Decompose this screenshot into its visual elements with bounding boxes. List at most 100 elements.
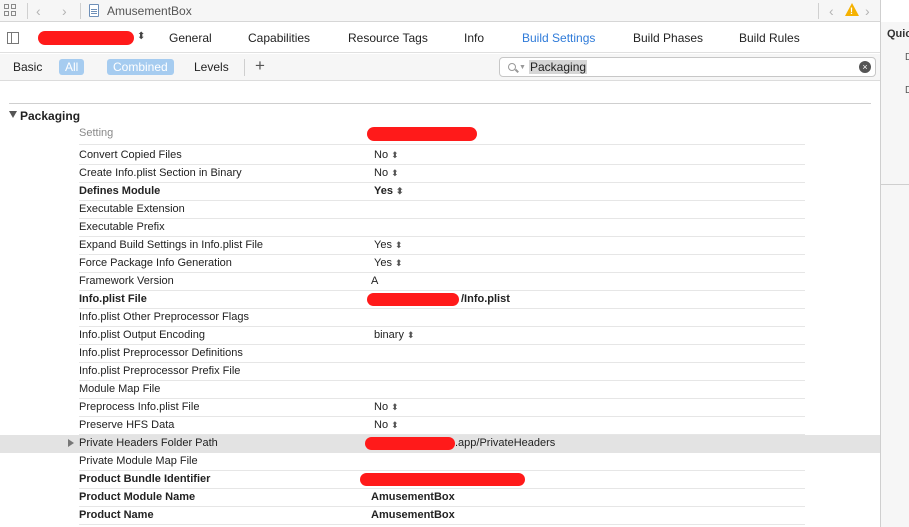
setting-value-text: .app/PrivateHeaders	[455, 437, 556, 449]
forward-icon[interactable]: ›	[62, 3, 67, 19]
setting-row[interactable]: Info.plist Output Encoding binary ⬍	[0, 327, 880, 345]
redaction-mark	[365, 437, 455, 450]
setting-value[interactable]: AmusementBox	[371, 509, 455, 521]
add-setting-button[interactable]: +	[255, 56, 265, 76]
divider	[80, 3, 81, 19]
search-icon	[508, 63, 516, 71]
chevron-updown-icon[interactable]: ⬍	[137, 31, 145, 42]
previous-issue-icon[interactable]: ‹	[829, 3, 834, 19]
tab-general[interactable]: General	[169, 31, 212, 45]
inspector-label: D	[905, 85, 909, 96]
chevron-updown-icon[interactable]: ⬍	[391, 150, 399, 160]
setting-value[interactable]: Yes ⬍	[374, 257, 403, 269]
setting-value[interactable]: No ⬍	[374, 149, 399, 161]
setting-name: Force Package Info Generation	[79, 257, 232, 269]
setting-value-text: No	[374, 401, 389, 413]
setting-value-text: binary	[374, 329, 404, 341]
setting-row[interactable]: Product Bundle Identifier	[0, 471, 880, 489]
setting-row[interactable]: Info.plist Other Preprocessor Flags	[0, 309, 880, 327]
setting-value[interactable]: No ⬍	[374, 167, 399, 179]
setting-row[interactable]: Info.plist File/Info.plist	[0, 291, 880, 309]
setting-name: Preserve HFS Data	[79, 419, 175, 431]
divider	[79, 144, 805, 145]
tab-build-rules[interactable]: Build Rules	[739, 31, 800, 45]
project-file-icon	[89, 4, 99, 17]
tab-capabilities[interactable]: Capabilities	[248, 31, 310, 45]
setting-value[interactable]: A	[371, 275, 378, 287]
setting-name: Expand Build Settings in Info.plist File	[79, 239, 264, 251]
setting-row[interactable]: Framework Version A	[0, 273, 880, 291]
setting-name: Framework Version	[79, 275, 174, 287]
chevron-updown-icon[interactable]: ⬍	[396, 186, 404, 196]
setting-row[interactable]: Product Module Name AmusementBox	[0, 489, 880, 507]
setting-value-text: No	[374, 149, 389, 161]
setting-name: Preprocess Info.plist File	[79, 401, 200, 413]
sidebar-toggle-icon[interactable]	[7, 32, 19, 44]
filter-bar: Basic All Combined Levels + ▼ Packaging …	[0, 54, 880, 81]
tab-info[interactable]: Info	[464, 31, 484, 45]
setting-column-header: Setting	[79, 127, 114, 139]
setting-value[interactable]: AmusementBox	[371, 491, 455, 503]
setting-row[interactable]: Module Map File	[0, 381, 880, 399]
setting-row[interactable]: Info.plist Preprocessor Prefix File	[0, 363, 880, 381]
back-icon[interactable]: ‹	[36, 3, 41, 19]
chevron-updown-icon[interactable]: ⬍	[395, 240, 403, 250]
setting-value[interactable]: binary ⬍	[374, 329, 415, 341]
levels-view-button[interactable]: Levels	[194, 60, 229, 74]
tab-build-settings[interactable]: Build Settings	[522, 31, 595, 45]
next-issue-icon[interactable]: ›	[865, 3, 870, 19]
setting-value-text: Yes	[374, 185, 393, 197]
setting-row[interactable]: Preserve HFS Data No ⬍	[0, 417, 880, 435]
setting-row[interactable]: Executable Prefix	[0, 219, 880, 237]
chevron-updown-icon[interactable]: ⬍	[395, 258, 403, 268]
setting-value[interactable]: Yes ⬍	[374, 239, 403, 251]
setting-name: Module Map File	[79, 383, 161, 395]
chevron-updown-icon[interactable]: ⬍	[391, 402, 399, 412]
disclosure-triangle-icon[interactable]	[9, 111, 17, 118]
setting-value[interactable]: No ⬍	[374, 419, 399, 431]
related-items-icon[interactable]	[4, 4, 18, 18]
setting-row[interactable]: Defines Module Yes ⬍	[0, 183, 880, 201]
setting-row[interactable]: Info.plist Preprocessor Definitions	[0, 345, 880, 363]
search-field[interactable]: ▼ Packaging ×	[499, 57, 876, 77]
redaction-mark	[367, 293, 459, 306]
settings-header-row: Setting	[0, 125, 880, 145]
setting-row[interactable]: Expand Build Settings in Info.plist File…	[0, 237, 880, 255]
tab-resource-tags[interactable]: Resource Tags	[348, 31, 428, 45]
warning-icon[interactable]: !	[845, 3, 859, 16]
tab-build-phases[interactable]: Build Phases	[633, 31, 703, 45]
divider	[27, 3, 28, 19]
setting-row[interactable]: Create Info.plist Section in Binary No ⬍	[0, 165, 880, 183]
warning-glyph: !	[850, 6, 853, 16]
setting-row[interactable]: Force Package Info Generation Yes ⬍	[0, 255, 880, 273]
setting-name: Info.plist Preprocessor Definitions	[79, 347, 243, 359]
setting-value-text: Yes	[374, 239, 392, 251]
setting-value[interactable]: /Info.plist	[461, 293, 510, 305]
setting-row[interactable]: Executable Extension	[0, 201, 880, 219]
search-input[interactable]: Packaging	[529, 60, 588, 74]
setting-row[interactable]: Private Headers Folder Path .app/PrivateH…	[0, 435, 880, 453]
setting-name: Private Headers Folder Path	[79, 437, 218, 449]
chevron-updown-icon[interactable]: ⬍	[391, 420, 399, 430]
setting-value[interactable]: No ⬍	[374, 401, 399, 413]
setting-row[interactable]: Preprocess Info.plist File No ⬍	[0, 399, 880, 417]
setting-row[interactable]: Product Name AmusementBox	[0, 507, 880, 525]
target-selector[interactable]	[38, 31, 134, 45]
chevron-updown-icon[interactable]: ⬍	[391, 168, 399, 178]
setting-row[interactable]: Private Module Map File	[0, 453, 880, 471]
all-filter-button[interactable]: All	[59, 59, 85, 75]
setting-value[interactable]: Yes ⬍	[374, 185, 404, 197]
setting-row[interactable]: Convert Copied Files No ⬍	[0, 147, 880, 165]
breadcrumb-file-name[interactable]: AmusementBox	[107, 4, 192, 18]
clear-search-icon[interactable]: ×	[859, 61, 871, 73]
setting-value-text: AmusementBox	[371, 491, 455, 503]
chevron-updown-icon[interactable]: ⬍	[407, 330, 415, 340]
disclosure-triangle-icon[interactable]	[68, 439, 74, 447]
setting-name: Private Module Map File	[79, 455, 198, 467]
setting-value[interactable]: .app/PrivateHeaders	[455, 437, 555, 449]
basic-filter-button[interactable]: Basic	[13, 60, 42, 74]
setting-name: Convert Copied Files	[79, 149, 182, 161]
setting-name: Executable Prefix	[79, 221, 165, 233]
combined-view-button[interactable]: Combined	[107, 59, 174, 75]
setting-value-text: No	[374, 419, 389, 431]
